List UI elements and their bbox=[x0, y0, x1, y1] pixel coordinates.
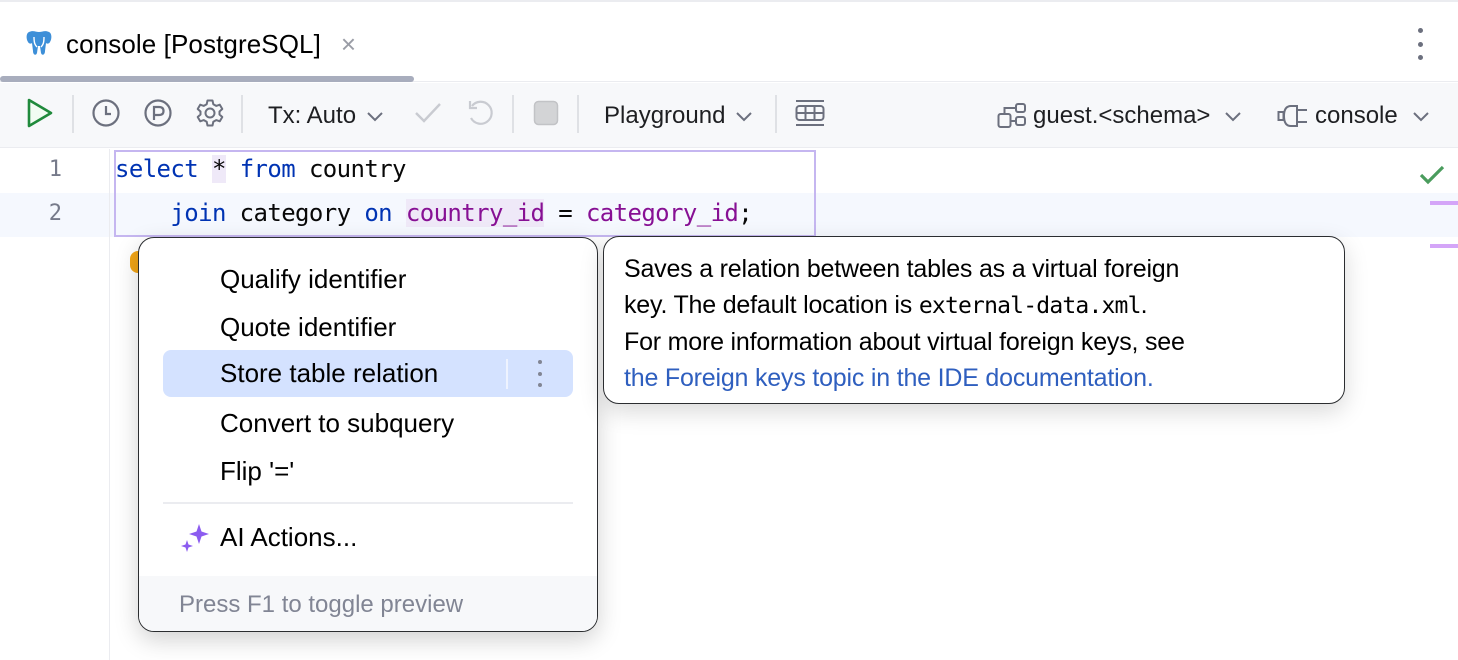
menu-item-label: Convert to subquery bbox=[220, 408, 455, 438]
sql-column: country_id bbox=[405, 199, 545, 227]
menu-item-qualify-identifier[interactable]: Qualify identifier bbox=[163, 256, 573, 303]
history-icon bbox=[91, 98, 121, 133]
menu-item-label: Qualify identifier bbox=[220, 264, 407, 294]
rollback-icon bbox=[466, 98, 494, 133]
sql-token: country bbox=[295, 155, 407, 183]
toggle-preview-hint: Press F1 to toggle preview bbox=[179, 590, 464, 618]
menu-item-label: Store table relation bbox=[220, 358, 439, 388]
toolbar-separator bbox=[775, 95, 777, 133]
item-options-icon[interactable] bbox=[538, 360, 542, 387]
sql-token: * bbox=[211, 155, 226, 183]
item-separator bbox=[506, 359, 508, 389]
sql-keyword: join bbox=[170, 199, 226, 227]
line-number: 2 bbox=[48, 201, 62, 226]
toolbar-separator bbox=[241, 95, 243, 133]
sql-keyword: on bbox=[364, 199, 393, 227]
code-line[interactable]: join category on country_id = category_i… bbox=[115, 199, 753, 227]
chevron-down-icon bbox=[1412, 110, 1430, 122]
code-line[interactable]: select * from country bbox=[115, 155, 406, 183]
parameters-button[interactable] bbox=[143, 83, 173, 148]
menu-item-label: AI Actions... bbox=[220, 522, 358, 552]
sql-token: ; bbox=[738, 199, 753, 227]
close-tab-icon[interactable]: × bbox=[341, 31, 356, 57]
result-mode-label: Playground bbox=[604, 101, 726, 129]
schema-icon bbox=[997, 102, 1027, 130]
no-problems-check-icon[interactable] bbox=[1418, 163, 1446, 192]
doc-text: key. The default location is bbox=[624, 291, 919, 319]
editor-tab-bar: console [PostgreSQL] × bbox=[0, 0, 1458, 82]
rollback-button[interactable] bbox=[466, 83, 494, 148]
menu-item-label: Quote identifier bbox=[220, 312, 397, 342]
chevron-down-icon bbox=[366, 110, 384, 122]
console-toolbar: Tx: Auto Playground guest.<schema> conso… bbox=[0, 83, 1458, 148]
stop-button[interactable] bbox=[533, 83, 559, 148]
menu-item-quote-identifier[interactable]: Quote identifier bbox=[163, 304, 573, 351]
history-button[interactable] bbox=[91, 83, 121, 148]
schema-label: guest.<schema> bbox=[1033, 101, 1211, 129]
documentation-link[interactable]: the Foreign keys topic in the IDE docume… bbox=[624, 364, 1154, 392]
doc-line: For more information about virtual forei… bbox=[624, 328, 1185, 356]
run-button[interactable] bbox=[26, 83, 54, 148]
sql-token: = bbox=[544, 199, 586, 227]
line-number-gutter: 1 2 bbox=[0, 149, 110, 660]
postgresql-elephant-icon bbox=[24, 29, 54, 59]
intention-actions-popup: Qualify identifier Quote identifier Stor… bbox=[138, 237, 598, 632]
parameters-icon bbox=[143, 98, 173, 133]
doc-line: Saves a relation between tables as a vir… bbox=[624, 255, 1180, 283]
more-options-icon[interactable] bbox=[1408, 28, 1432, 60]
toolbar-separator bbox=[577, 95, 579, 133]
line-number: 1 bbox=[48, 157, 62, 182]
commit-check-icon bbox=[413, 100, 443, 131]
stop-icon bbox=[533, 100, 559, 131]
tab-title: console [PostgreSQL] bbox=[66, 28, 321, 59]
settings-button[interactable] bbox=[195, 83, 225, 148]
doc-line: key. The default location is external-da… bbox=[624, 287, 1324, 324]
menu-item-store-table-relation[interactable]: Store table relation bbox=[163, 350, 573, 397]
doc-text: . bbox=[1140, 291, 1148, 319]
table-view-button[interactable] bbox=[795, 83, 825, 148]
active-tab-indicator bbox=[0, 76, 414, 82]
doc-code-filename: external-data.xml bbox=[918, 293, 1142, 319]
error-stripe-marker[interactable] bbox=[1430, 244, 1458, 248]
plug-icon bbox=[1277, 103, 1313, 129]
ai-sparkle-icon bbox=[179, 522, 211, 561]
toolbar-separator bbox=[512, 95, 514, 133]
menu-item-label: Flip '=' bbox=[220, 456, 295, 486]
commit-button[interactable] bbox=[413, 83, 443, 148]
sql-column: category_id bbox=[585, 199, 739, 227]
menu-item-flip-equals[interactable]: Flip '=' bbox=[163, 448, 573, 495]
schema-dropdown[interactable]: guest.<schema> bbox=[997, 83, 1242, 148]
popup-footer: Press F1 to toggle preview bbox=[139, 576, 597, 631]
tab-console[interactable]: console [PostgreSQL] × bbox=[24, 24, 356, 64]
error-stripe-marker[interactable] bbox=[1430, 201, 1458, 205]
toolbar-separator bbox=[72, 95, 74, 133]
session-label: console bbox=[1315, 101, 1398, 129]
menu-item-ai-actions[interactable]: AI Actions... bbox=[163, 514, 573, 561]
intention-preview-doc: Saves a relation between tables as a vir… bbox=[603, 236, 1345, 404]
table-view-icon bbox=[795, 99, 825, 132]
sql-keyword: from bbox=[239, 155, 296, 183]
session-dropdown[interactable]: console bbox=[1277, 83, 1430, 148]
gear-icon bbox=[195, 98, 225, 133]
menu-item-convert-to-subquery[interactable]: Convert to subquery bbox=[163, 400, 573, 447]
sql-keyword: select bbox=[115, 155, 199, 183]
menu-divider bbox=[163, 502, 573, 504]
chevron-down-icon bbox=[735, 110, 753, 122]
run-icon bbox=[26, 97, 54, 134]
result-mode-dropdown[interactable]: Playground bbox=[604, 83, 753, 148]
transaction-mode-label: Tx: Auto bbox=[268, 101, 357, 129]
sql-token: category bbox=[225, 199, 365, 227]
transaction-mode-dropdown[interactable]: Tx: Auto bbox=[268, 83, 384, 148]
chevron-down-icon bbox=[1224, 110, 1242, 122]
